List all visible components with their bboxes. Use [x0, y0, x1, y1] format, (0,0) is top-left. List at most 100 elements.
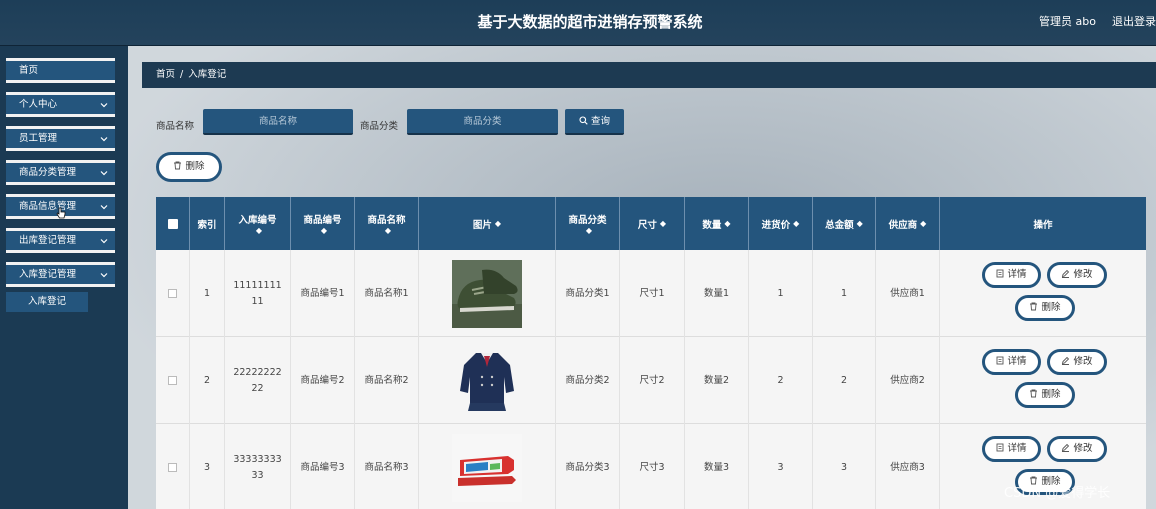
cell-goods-no: 商品编号3: [291, 424, 355, 509]
pencil-icon: [1062, 443, 1070, 452]
cell-price: 2: [749, 337, 813, 424]
cell-inbound-no: 3333333333: [225, 424, 291, 509]
sidebar-item-personal-center[interactable]: 个人中心: [6, 92, 115, 117]
inbound-table: 索引 入库编号 ◆ 商品编号 ◆ 商品名称 ◆ 图片 ◆ 商品分类 ◆ 尺寸 ◆ 数量 ◆ 进…: [156, 197, 1146, 509]
breadcrumb-current: 入库登记: [188, 69, 227, 80]
table-header: 索引 入库编号 ◆ 商品编号 ◆ 商品名称 ◆ 图片 ◆ 商品分类 ◆ 尺寸 ◆ 数量 ◆ 进…: [156, 197, 1146, 250]
header-category[interactable]: 商品分类 ◆: [556, 197, 620, 250]
sidebar-item-staff[interactable]: 员工管理: [6, 126, 115, 151]
cell-supplier: 供应商1: [876, 250, 940, 337]
cell-index: 3: [190, 424, 225, 509]
batch-delete-label: 删除: [185, 161, 205, 172]
trash-icon: [1030, 389, 1038, 398]
header-quantity[interactable]: 数量 ◆: [685, 197, 749, 250]
cell-index: 2: [190, 337, 225, 424]
edit-button[interactable]: 修改: [1047, 262, 1107, 288]
detail-button[interactable]: 详情: [982, 262, 1041, 288]
breadcrumb: 首页 / 入库登记: [142, 62, 1156, 88]
product-image-shoes: [452, 259, 522, 328]
document-icon: [997, 443, 1004, 452]
cell-total: 3: [813, 424, 876, 509]
document-icon: [997, 356, 1004, 365]
sort-icon: ◆: [255, 226, 263, 235]
sidebar-item-outbound[interactable]: 出库登记管理: [6, 228, 115, 253]
goods-category-input[interactable]: [407, 109, 558, 135]
main-content: 首页 / 入库登记 商品名称 商品分类 查询 删除 索引 入库编号◆ 商品编号◆ 商…: [128, 46, 1156, 509]
document-icon: [997, 269, 1004, 278]
table-row: 1 1111111111 商品编号1 商品名称1 商品分类1 尺寸1 数量1 1…: [156, 250, 1146, 337]
cell-size: 尺寸2: [620, 337, 685, 424]
goods-name-input[interactable]: [203, 109, 353, 135]
sidebar-item-label: 员工管理: [19, 133, 58, 144]
sort-icon: ◆: [320, 226, 328, 235]
cell-price: 1: [749, 250, 813, 337]
sort-icon: ◆: [724, 219, 731, 228]
query-button-label: 查询: [590, 116, 610, 127]
goods-name-label: 商品名称: [156, 121, 195, 132]
header-index: 索引: [190, 197, 225, 250]
edit-button[interactable]: 修改: [1047, 349, 1107, 375]
header-goods-no[interactable]: 商品编号 ◆: [291, 197, 355, 250]
delete-button[interactable]: 删除: [1015, 382, 1075, 408]
sidebar-subitem-inbound-register[interactable]: 入库登记: [6, 292, 88, 312]
breadcrumb-home[interactable]: 首页: [156, 69, 175, 80]
search-icon: [579, 116, 588, 125]
cell-inbound-no: 1111111111: [225, 250, 291, 337]
goods-category-label: 商品分类: [360, 121, 399, 132]
sidebar-item-label: 商品信息管理: [19, 201, 77, 212]
cell-size: 尺寸3: [620, 424, 685, 509]
cell-goods-no: 商品编号2: [291, 337, 355, 424]
cell-total: 1: [813, 250, 876, 337]
cell-quantity: 数量1: [685, 250, 749, 337]
delete-button[interactable]: 删除: [1015, 295, 1075, 321]
chevron-down-icon: [100, 171, 108, 176]
logout-link[interactable]: 退出登录: [1112, 13, 1156, 29]
edit-button[interactable]: 修改: [1047, 436, 1107, 462]
query-button[interactable]: 查询: [565, 109, 624, 135]
chevron-down-icon: [100, 239, 108, 244]
detail-button[interactable]: 详情: [982, 436, 1041, 462]
cell-total: 2: [813, 337, 876, 424]
header-total[interactable]: 总金额 ◆: [813, 197, 876, 250]
sidebar-item-label: 出库登记管理: [19, 235, 77, 246]
cell-index: 1: [190, 250, 225, 337]
header-actions: 操作: [1033, 219, 1053, 231]
select-all-checkbox[interactable]: [167, 218, 178, 229]
sort-icon: ◆: [793, 219, 800, 228]
table-row: 2 2222222222 商品编号2 商品名称2 商品分类2 尺寸2 数量2 2…: [156, 337, 1146, 424]
sort-icon: ◆: [920, 219, 927, 228]
batch-delete-button[interactable]: 删除: [156, 152, 222, 182]
header-price[interactable]: 进货价 ◆: [749, 197, 813, 250]
sidebar: 首页 个人中心 员工管理 商品分类管理 商品信息管理 出库登记管理 入库登记管理…: [0, 46, 128, 509]
header-image[interactable]: 图片 ◆: [419, 197, 556, 250]
header-supplier[interactable]: 供应商 ◆: [876, 197, 940, 250]
row-checkbox[interactable]: [168, 376, 177, 385]
header-size[interactable]: 尺寸 ◆: [620, 197, 685, 250]
top-bar: 基于大数据的超市进销存预警系统 管理员 abo 退出登录: [0, 0, 1156, 46]
hand-cursor-icon: [56, 207, 66, 219]
header-goods-name[interactable]: 商品名称 ◆: [355, 197, 419, 250]
sort-icon: ◆: [659, 219, 667, 228]
app-title: 基于大数据的超市进销存预警系统: [477, 13, 703, 31]
cell-actions: 详情 修改 删除: [940, 337, 1146, 424]
cell-category: 商品分类2: [556, 337, 620, 424]
sort-icon: ◆: [856, 219, 863, 228]
sidebar-item-inbound[interactable]: 入库登记管理: [6, 262, 115, 287]
sidebar-item-home[interactable]: 首页: [6, 58, 115, 83]
row-checkbox[interactable]: [168, 463, 177, 472]
cell-supplier: 供应商3: [876, 424, 940, 509]
cell-size: 尺寸1: [620, 250, 685, 337]
chevron-down-icon: [100, 205, 108, 210]
row-checkbox[interactable]: [168, 289, 177, 298]
cell-goods-name: 商品名称3: [355, 424, 419, 509]
header-inbound-no[interactable]: 入库编号 ◆: [225, 197, 291, 250]
sidebar-item-category[interactable]: 商品分类管理: [6, 160, 115, 185]
pencil-icon: [1062, 356, 1070, 365]
cell-category: 商品分类1: [556, 250, 620, 337]
sort-icon: ◆: [585, 226, 593, 235]
cell-quantity: 数量2: [685, 337, 749, 424]
chevron-down-icon: [100, 137, 108, 142]
cell-quantity: 数量3: [685, 424, 749, 509]
cell-inbound-no: 2222222222: [225, 337, 291, 424]
detail-button[interactable]: 详情: [982, 349, 1041, 375]
